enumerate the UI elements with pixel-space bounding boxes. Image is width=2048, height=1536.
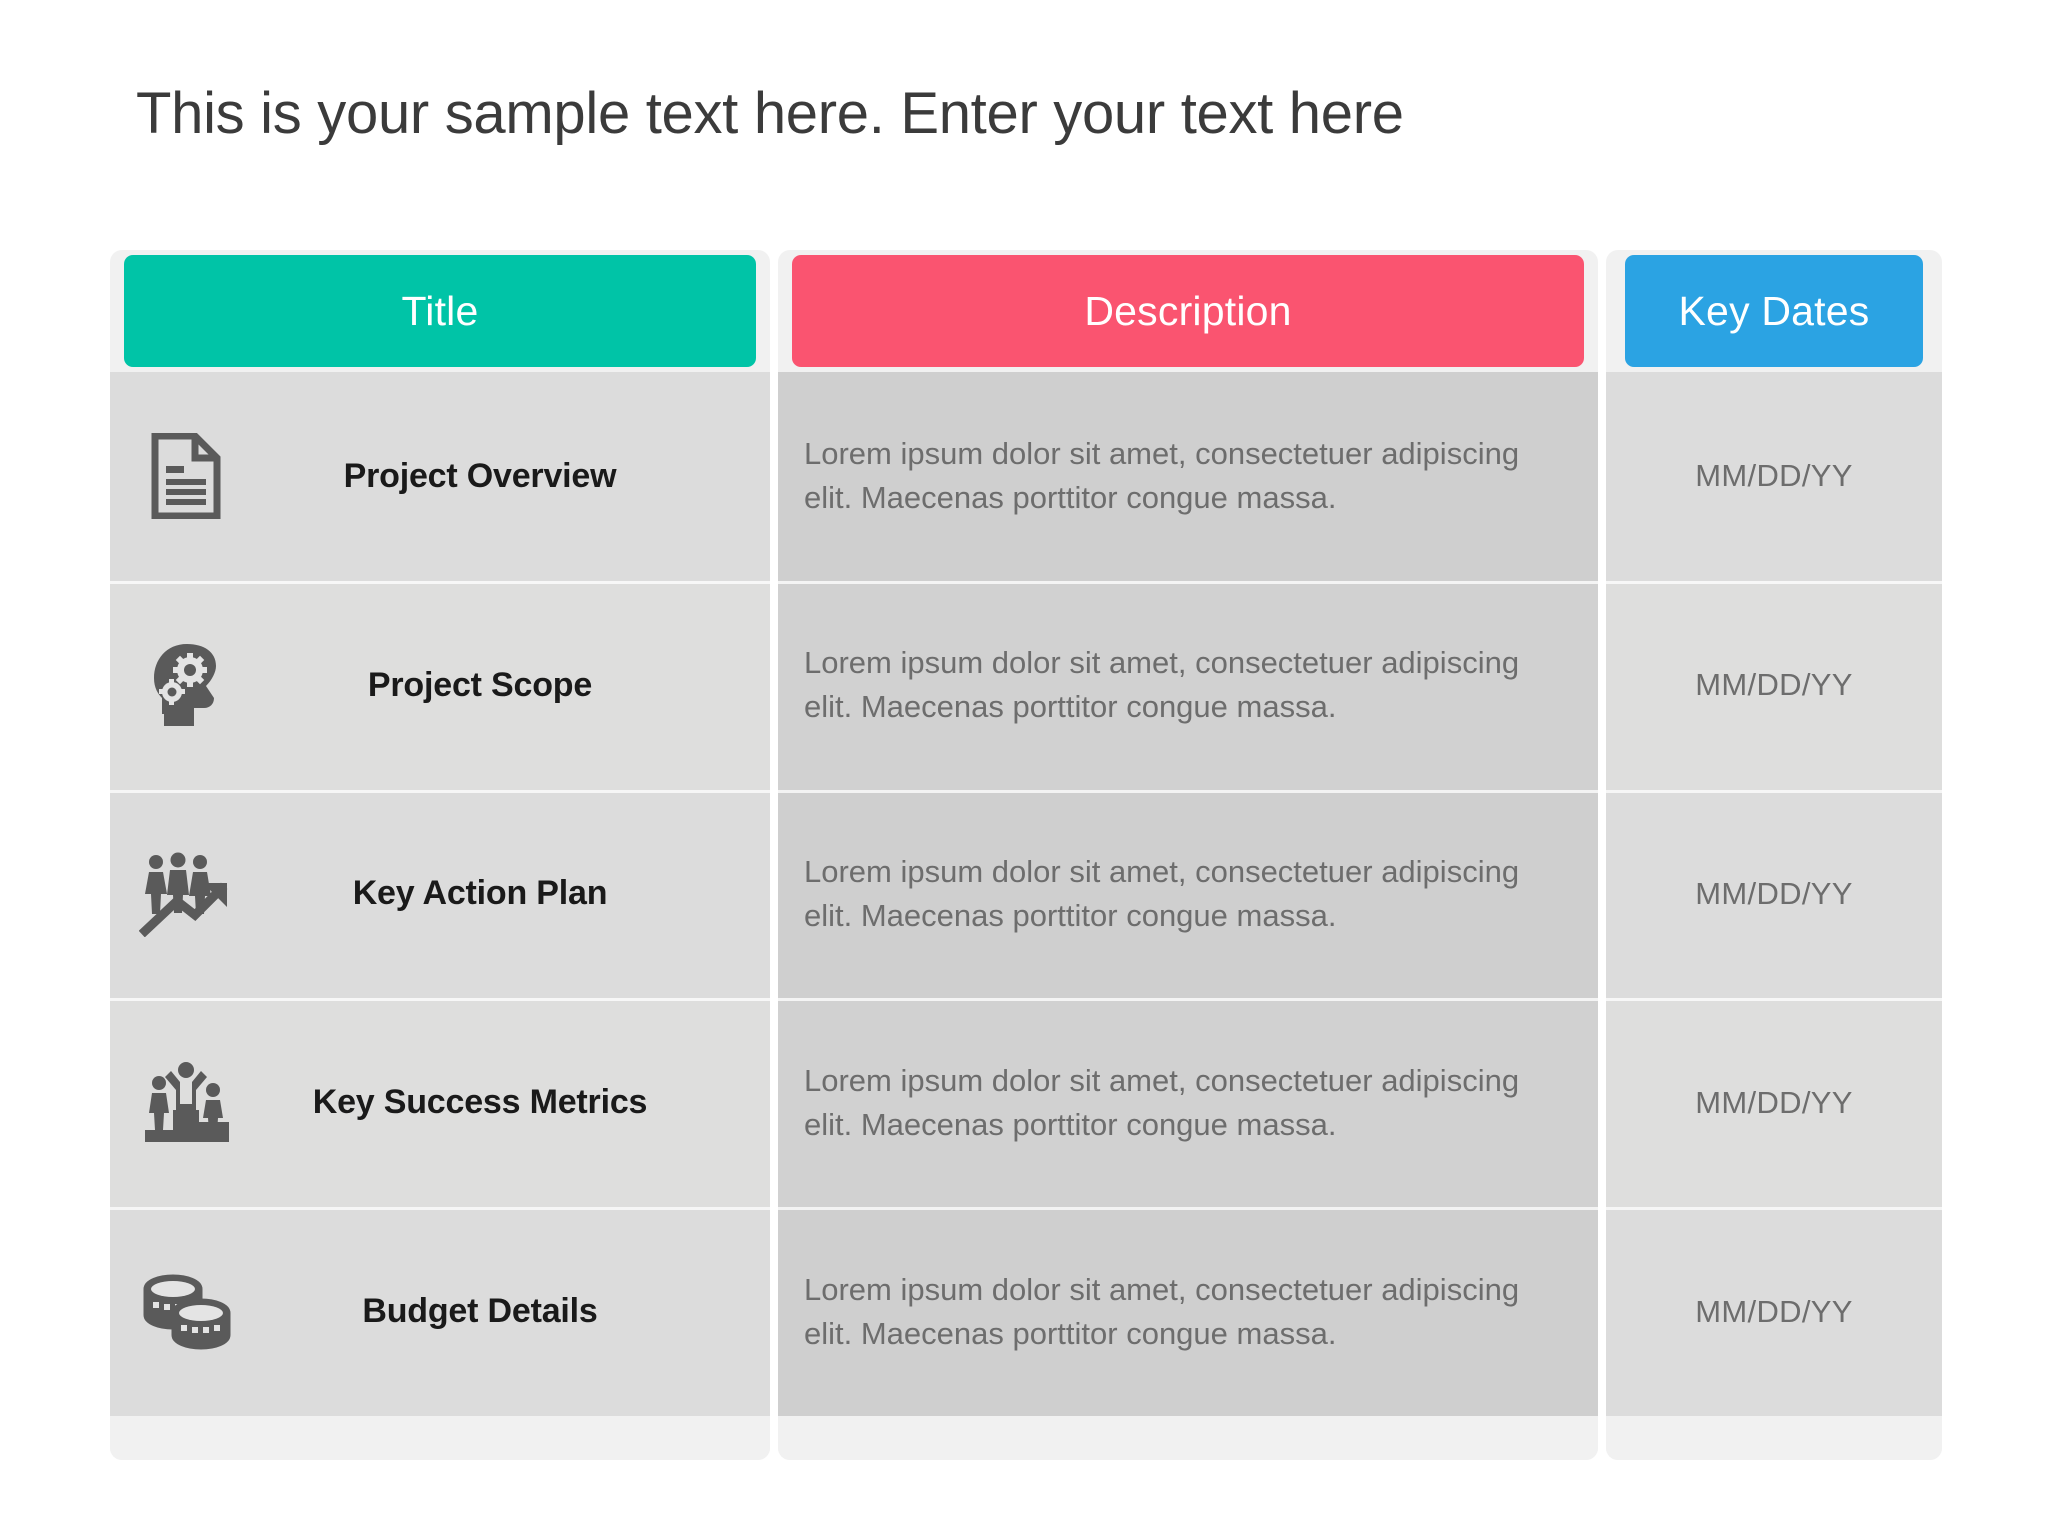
row-description-text: Lorem ipsum dolor sit amet, consectetuer… xyxy=(804,436,1520,516)
people-growth-chart-icon xyxy=(128,844,246,944)
table-row[interactable]: Key Success Metrics xyxy=(110,998,770,1208)
table-row[interactable]: Lorem ipsum dolor sit amet, consectetuer… xyxy=(778,1207,1598,1416)
row-key-date: MM/DD/YY xyxy=(1695,1293,1853,1329)
row-description-text: Lorem ipsum dolor sit amet, consectetuer… xyxy=(804,645,1520,725)
podium-winners-icon xyxy=(128,1053,246,1153)
table-row[interactable]: MM/DD/YY xyxy=(1606,789,1942,999)
table-row[interactable]: MM/DD/YY xyxy=(1606,1207,1942,1416)
column-footer-title xyxy=(110,1416,770,1460)
row-title-label: Project Scope xyxy=(367,665,593,704)
row-description-text: Lorem ipsum dolor sit amet, consectetuer… xyxy=(804,1062,1520,1142)
row-title-label: Project Overview xyxy=(343,456,617,495)
column-header-chip-title[interactable]: Title xyxy=(124,255,756,367)
table-row[interactable]: MM/DD/YY xyxy=(1606,998,1942,1208)
table-row[interactable]: MM/DD/YY xyxy=(1606,580,1942,790)
table-row[interactable]: Budget Details xyxy=(110,1207,770,1416)
column-body-description: Lorem ipsum dolor sit amet, consectetuer… xyxy=(778,372,1598,1416)
column-panel-description: Description Lorem ipsum dolor sit amet, … xyxy=(778,250,1598,1460)
row-key-date: MM/DD/YY xyxy=(1695,875,1853,911)
column-panel-key-dates: Key Dates MM/DD/YY MM/DD/YY MM/DD/YY MM/… xyxy=(1606,250,1942,1460)
column-panel-title: Title Project Overview Project Scope Key… xyxy=(110,250,770,1460)
table-row[interactable]: Lorem ipsum dolor sit amet, consectetuer… xyxy=(778,580,1598,790)
column-header-key-dates: Key Dates xyxy=(1606,250,1942,372)
row-description-text: Lorem ipsum dolor sit amet, consectetuer… xyxy=(804,1271,1520,1351)
row-title-label: Budget Details xyxy=(362,1292,598,1331)
table-row[interactable]: Project Scope xyxy=(110,580,770,790)
column-header-chip-key-dates[interactable]: Key Dates xyxy=(1625,255,1923,367)
column-body-key-dates: MM/DD/YY MM/DD/YY MM/DD/YY MM/DD/YY MM/D… xyxy=(1606,372,1942,1416)
column-footer-description xyxy=(778,1416,1598,1460)
comparison-table: Title Project Overview Project Scope Key… xyxy=(110,250,1942,1460)
table-row[interactable]: Key Action Plan xyxy=(110,789,770,999)
column-header-chip-description[interactable]: Description xyxy=(792,255,1584,367)
row-title-label: Key Action Plan xyxy=(352,874,608,913)
column-header-title: Title xyxy=(110,250,770,372)
head-with-gears-icon xyxy=(128,635,246,735)
row-title-label: Key Success Metrics xyxy=(312,1083,648,1122)
table-row[interactable]: MM/DD/YY xyxy=(1606,372,1942,581)
column-footer-key-dates xyxy=(1606,1416,1942,1460)
row-key-date: MM/DD/YY xyxy=(1695,458,1853,494)
column-header-description: Description xyxy=(778,250,1598,372)
column-body-title: Project Overview Project Scope Key Actio… xyxy=(110,372,770,1416)
table-row[interactable]: Lorem ipsum dolor sit amet, consectetuer… xyxy=(778,372,1598,581)
row-key-date: MM/DD/YY xyxy=(1695,1084,1853,1120)
table-row[interactable]: Lorem ipsum dolor sit amet, consectetuer… xyxy=(778,998,1598,1208)
row-key-date: MM/DD/YY xyxy=(1695,667,1853,703)
page-title: This is your sample text here. Enter you… xyxy=(136,81,1404,146)
stacked-coins-icon xyxy=(128,1262,246,1362)
table-row[interactable]: Project Overview xyxy=(110,372,770,581)
document-icon xyxy=(128,426,246,526)
table-row[interactable]: Lorem ipsum dolor sit amet, consectetuer… xyxy=(778,789,1598,999)
row-description-text: Lorem ipsum dolor sit amet, consectetuer… xyxy=(804,853,1520,933)
slide-canvas: This is your sample text here. Enter you… xyxy=(0,0,2048,1536)
